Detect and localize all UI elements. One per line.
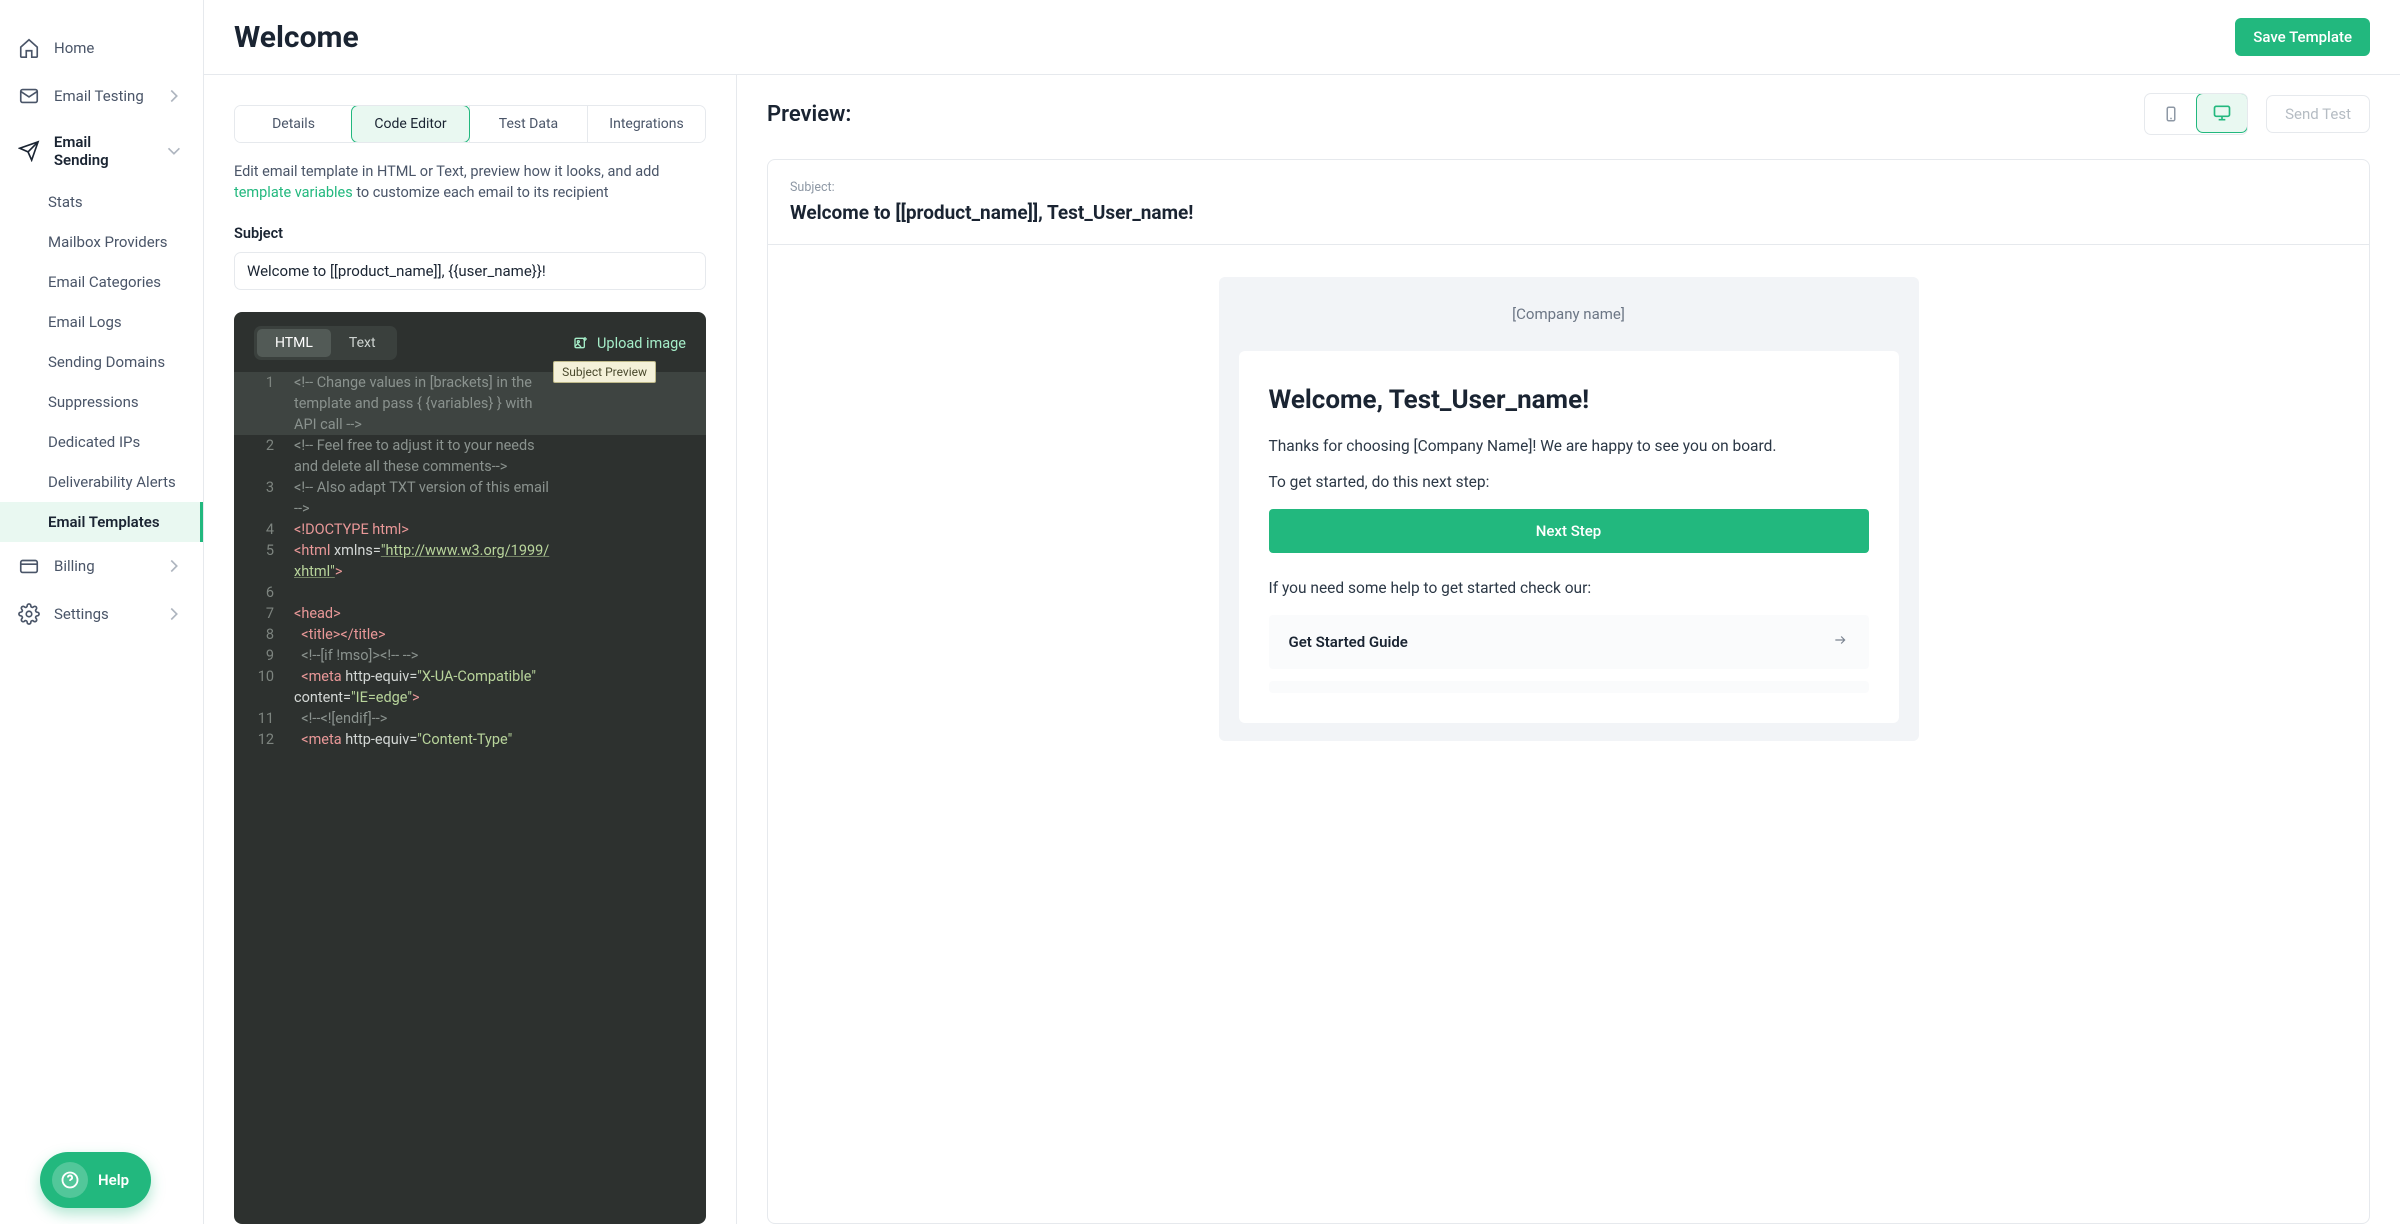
sidebar-sub-suppressions[interactable]: Suppressions [0,382,203,422]
code-line[interactable]: 2<!-- Feel free to adjust it to your nee… [234,435,706,456]
subject-input[interactable] [234,252,706,290]
code-line[interactable]: 3<!-- Also adapt TXT version of this ema… [234,477,706,498]
mail-check-icon [18,85,40,107]
sidebar-sub-deliverability-alerts[interactable]: Deliverability Alerts [0,462,203,502]
subject-label: Subject [234,225,706,242]
preview-paragraph: To get started, do this next step: [1269,473,1869,491]
preview-content: Welcome, Test_User_name! Thanks for choo… [1239,351,1899,723]
editor-tabs: Details Code Editor Test Data Integratio… [234,105,706,143]
sidebar-sub-email-logs[interactable]: Email Logs [0,302,203,342]
sidebar-label: Email Testing [54,87,144,105]
code-tab-text[interactable]: Text [331,329,394,357]
upload-image-link[interactable]: Upload image [573,335,686,352]
preview-paragraph: Thanks for choosing [Company Name]! We a… [1269,437,1869,455]
chevron-right-icon [163,603,185,625]
code-format-tabs: HTML Text [254,326,397,360]
card-icon [18,555,40,577]
preview-body: [Company name] Welcome, Test_User_name! … [768,245,2369,773]
sidebar-subitems: Stats Mailbox Providers Email Categories… [0,182,203,542]
tab-details[interactable]: Details [235,106,352,142]
code-line[interactable]: 6 [234,582,706,603]
code-editor: HTML Text Upload image Subject Preview 1… [234,312,706,1224]
code-line[interactable]: 5<html xmlns="http://www.w3.org/1999/ [234,540,706,561]
sidebar: Home Email Testing Email Sending Stats M… [0,0,204,1224]
preview-cta-button: Next Step [1269,509,1869,553]
subject-preview-tooltip: Subject Preview [553,361,656,383]
sidebar-item-email-testing[interactable]: Email Testing [0,72,203,120]
help-button[interactable]: Help [40,1152,151,1208]
tab-code-editor[interactable]: Code Editor [351,105,470,143]
code-line[interactable]: content="IE=edge"> [234,687,706,708]
mobile-icon [2162,103,2180,125]
titlebar: Welcome Save Template [204,0,2400,75]
code-line[interactable]: 8 <title></title> [234,624,706,645]
sidebar-item-email-sending[interactable]: Email Sending [0,120,203,182]
code-toolbar: HTML Text Upload image Subject Preview [234,312,706,372]
chevron-right-icon [163,555,185,577]
code-line[interactable]: xhtml"> [234,561,706,582]
device-mobile-button[interactable] [2145,94,2197,134]
preview-card: Subject: Welcome to [[product_name]], Te… [767,159,2370,1224]
editor-pane: Details Code Editor Test Data Integratio… [204,75,737,1224]
workspace: Details Code Editor Test Data Integratio… [204,75,2400,1224]
tab-test-data[interactable]: Test Data [469,106,587,142]
device-desktop-button[interactable] [2196,93,2248,133]
code-tab-html[interactable]: HTML [257,329,331,357]
code-line[interactable]: 11 <!--<![endif]--> [234,708,706,729]
code-line[interactable]: and delete all these comments--> [234,456,706,477]
sidebar-label: Billing [54,557,95,575]
preview-guide-item: Get Started Guide [1269,615,1869,669]
desktop-icon [2211,103,2233,123]
sidebar-sub-email-categories[interactable]: Email Categories [0,262,203,302]
sidebar-item-home[interactable]: Home [0,24,203,72]
preview-item-placeholder [1269,681,1869,693]
editor-hint: Edit email template in HTML or Text, pre… [234,161,706,203]
sidebar-label: Email Sending [54,133,149,169]
preview-pane: Preview: Send Test Subject: Welcome to [… [737,75,2400,1224]
code-line[interactable]: API call --> [234,414,706,435]
code-line[interactable]: 7<head> [234,603,706,624]
tab-integrations[interactable]: Integrations [587,106,705,142]
sidebar-item-billing[interactable]: Billing [0,542,203,590]
help-icon [52,1162,88,1198]
code-area[interactable]: 1<!-- Change values in [brackets] in the… [234,372,706,1224]
sidebar-sub-email-templates[interactable]: Email Templates [0,502,203,542]
send-test-button[interactable]: Send Test [2266,95,2370,133]
sidebar-sub-dedicated-ips[interactable]: Dedicated IPs [0,422,203,462]
chevron-down-icon [163,140,185,162]
sidebar-sub-mailbox-providers[interactable]: Mailbox Providers [0,222,203,262]
sidebar-item-settings[interactable]: Settings [0,590,203,638]
sidebar-sub-sending-domains[interactable]: Sending Domains [0,342,203,382]
sidebar-sub-stats[interactable]: Stats [0,182,203,222]
preview-welcome-heading: Welcome, Test_User_name! [1269,385,1869,415]
page-title: Welcome [234,20,359,55]
preview-header: Preview: Send Test [767,93,2370,135]
sidebar-label: Home [54,39,94,57]
preview-paragraph: If you need some help to get started che… [1269,579,1869,597]
help-label: Help [98,1171,129,1189]
arrow-right-icon [1831,633,1849,651]
preview-guide-label: Get Started Guide [1289,633,1408,651]
home-icon [18,37,40,59]
preview-company-logo: [Company name] [1219,277,1919,351]
code-line[interactable]: template and pass { {variables} } with [234,393,706,414]
chevron-right-icon [163,85,185,107]
sidebar-label: Settings [54,605,109,623]
template-variables-link[interactable]: template variables [234,184,353,201]
send-icon [18,140,40,162]
code-line[interactable]: --> [234,498,706,519]
preview-subject-block: Subject: Welcome to [[product_name]], Te… [768,160,2369,245]
device-toggle [2144,93,2248,135]
gear-icon [18,603,40,625]
code-line[interactable]: 4<!DOCTYPE html> [234,519,706,540]
image-plus-icon [573,335,589,351]
preview-subject-label: Subject: [790,180,2347,195]
preview-heading: Preview: [767,102,851,127]
save-template-button[interactable]: Save Template [2235,18,2370,56]
preview-subject-value: Welcome to [[product_name]], Test_User_n… [790,201,2347,224]
code-line[interactable]: 10 <meta http-equiv="X-UA-Compatible" [234,666,706,687]
main: Welcome Save Template Details Code Edito… [204,0,2400,1224]
code-line[interactable]: 12 <meta http-equiv="Content-Type" [234,729,706,750]
code-line[interactable]: 9 <!--[if !mso]><!-- --> [234,645,706,666]
